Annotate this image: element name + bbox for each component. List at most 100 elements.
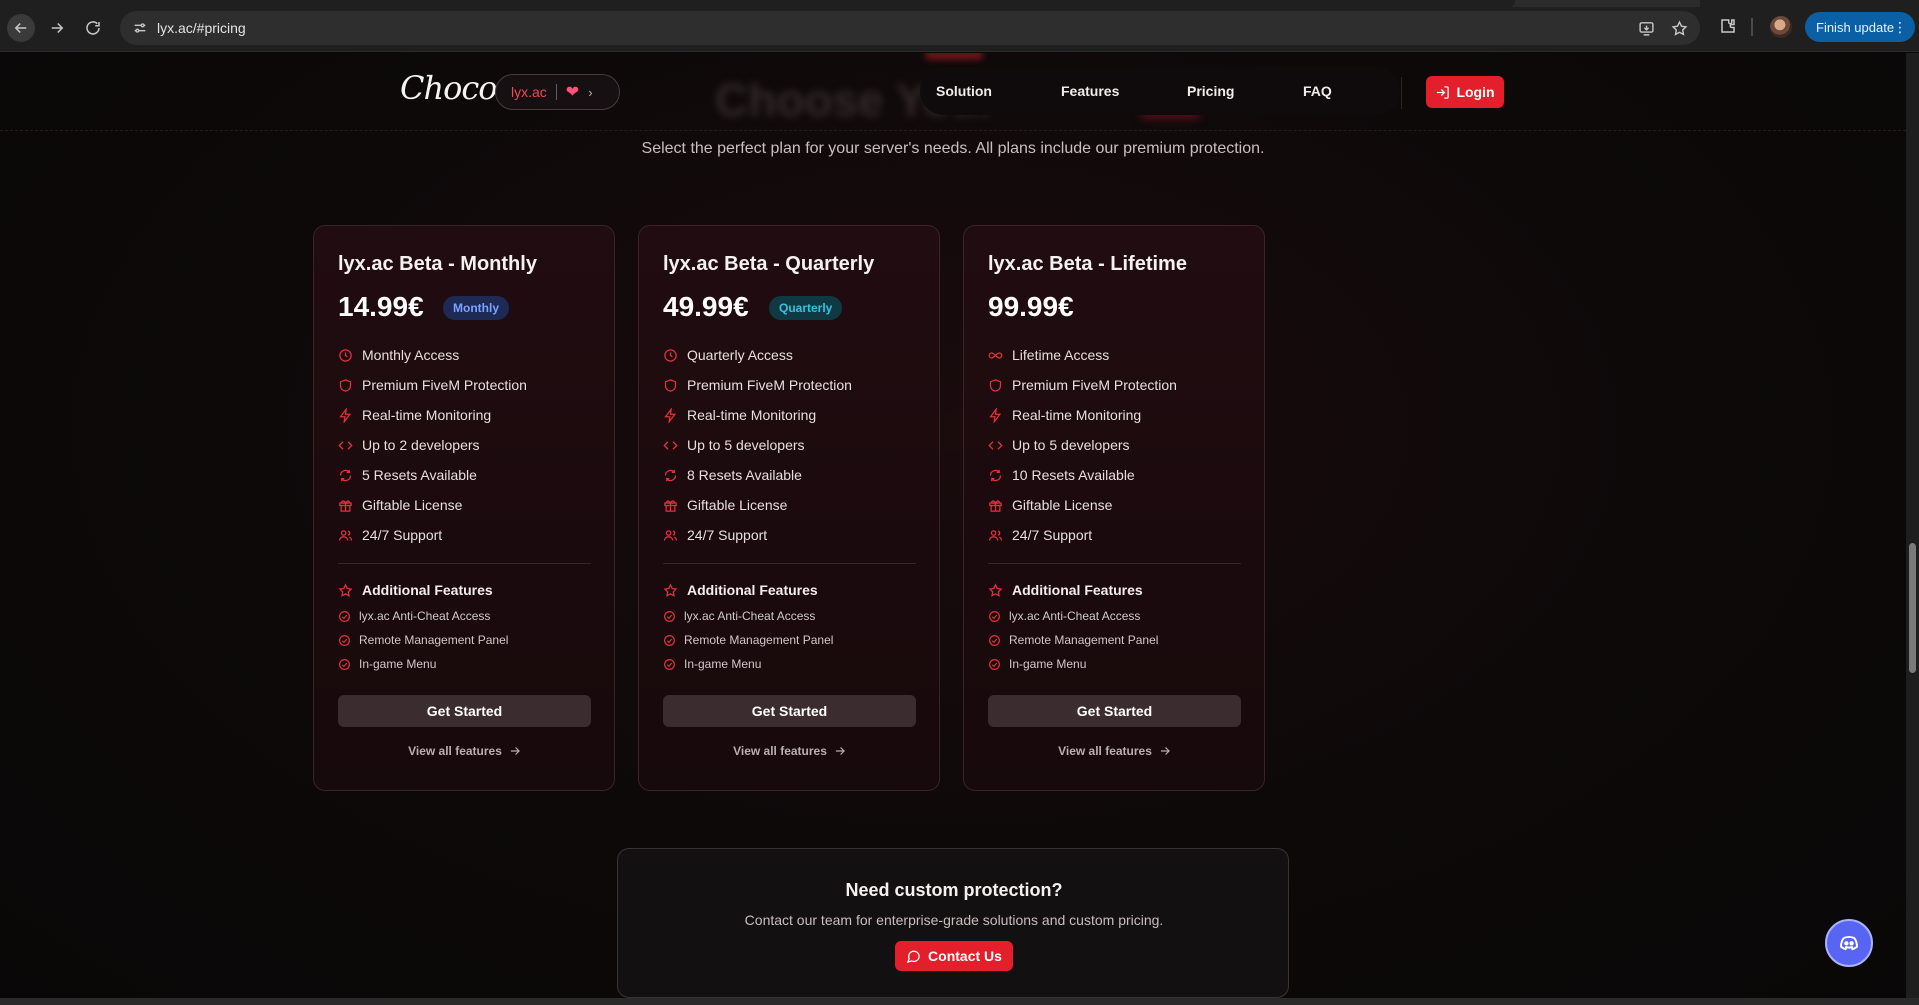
feature-text: Giftable License [687,497,788,513]
view-all-features-link[interactable]: View all features [314,744,616,758]
feature-text: 8 Resets Available [687,467,802,483]
additional-features-heading: Additional Features [663,582,818,598]
additional-features-label: Additional Features [687,582,818,598]
feature-item: Giftable License [988,497,1112,513]
lyx-pill-link[interactable]: lyx.ac ❤ › [495,74,620,110]
contact-us-button[interactable]: Contact Us [895,941,1013,971]
arrow-right-icon [508,744,522,758]
extensions-icon[interactable] [1718,16,1738,36]
view-all-features-link[interactable]: View all features [964,744,1266,758]
check-circle-icon [988,610,1001,623]
get-started-button[interactable]: Get Started [338,695,591,727]
feature-text: Real-time Monitoring [362,407,492,423]
refresh-icon [988,468,1003,483]
get-started-button[interactable]: Get Started [988,695,1241,727]
custom-protection-title: Need custom protection? [845,880,1063,900]
feature-item: 24/7 Support [338,527,442,543]
forward-icon[interactable] [43,14,71,42]
check-circle-icon [663,658,676,671]
check-circle-icon [988,634,1001,647]
custom-protection-subtitle: Contact our team for enterprise-grade so… [744,912,1164,928]
additional-feature-text: lyx.ac Anti-Cheat Access [684,609,816,623]
feature-item: Up to 5 developers [663,437,805,453]
gift-icon [338,498,353,513]
code-icon [663,438,678,453]
nav-solution[interactable]: Solution [936,83,992,99]
feature-text: Premium FiveM Protection [687,377,852,393]
reload-icon[interactable] [79,14,107,42]
nav-features[interactable]: Features [1061,83,1119,99]
card-divider [988,563,1241,564]
additional-feature-text: lyx.ac Anti-Cheat Access [1009,609,1141,623]
additional-feature-text: In-game Menu [1009,657,1087,671]
view-all-features-label: View all features [408,744,502,758]
refresh-icon [338,468,353,483]
bookmark-star-icon[interactable] [1669,18,1689,38]
pill-separator [555,84,557,100]
nav-pricing[interactable]: Pricing [1187,83,1234,99]
feature-text: Real-time Monitoring [687,407,817,423]
check-circle-icon [338,658,351,671]
additional-features-label: Additional Features [1012,582,1143,598]
login-label: Login [1456,84,1495,100]
pricing-subtitle: Select the perfect plan for your server'… [641,140,1265,157]
feature-item: Lifetime Access [988,347,1109,363]
finish-update-button[interactable]: Finish update ⋮ [1805,12,1915,42]
feature-text: 10 Resets Available [1012,467,1135,483]
tab-strip [0,0,1919,7]
profile-avatar[interactable] [1770,16,1792,38]
additional-features-label: Additional Features [362,582,493,598]
nav-divider [1401,77,1402,109]
feature-text: Up to 5 developers [1012,437,1130,453]
site-logo[interactable]: Choco [400,69,498,107]
users-icon [988,528,1003,543]
additional-feature-text: In-game Menu [684,657,762,671]
feature-text: 5 Resets Available [362,467,477,483]
feature-item: Up to 2 developers [338,437,480,453]
nav-faq[interactable]: FAQ [1303,83,1332,99]
star-icon [988,582,1003,598]
feature-text: Real-time Monitoring [1012,407,1142,423]
tab-strip-right [1700,0,1919,7]
browser-menu-icon[interactable]: ⋮ [1893,19,1907,36]
bolt-icon [663,407,678,423]
site-settings-icon[interactable] [130,18,150,38]
pricing-card: lyx.ac Beta - Quarterly 49.99€ Quarterly Q… [638,225,940,791]
discord-icon [1840,936,1858,951]
plan-period-badge: Quarterly [769,296,843,320]
get-started-button[interactable]: Get Started [663,695,916,727]
page-viewport: Choose Your Choco lyx.ac ❤ › Solution Fe… [0,53,1906,998]
chat-icon [906,950,920,963]
shield-icon [988,378,1003,393]
login-button[interactable]: Login [1426,76,1504,108]
additional-feature-item: lyx.ac Anti-Cheat Access [338,609,490,623]
infinity-icon [988,348,1003,363]
url-text[interactable]: lyx.ac/#pricing [157,20,246,36]
scrollbar-thumb[interactable] [1909,543,1916,673]
additional-feature-text: Remote Management Panel [359,633,509,647]
bolt-icon [338,407,353,423]
users-icon [663,528,678,543]
additional-feature-text: Remote Management Panel [684,633,834,647]
address-bar[interactable]: lyx.ac/#pricing [120,11,1700,45]
view-all-features-link[interactable]: View all features [639,744,941,758]
clock-icon [663,348,678,363]
logo-text: Choco [400,69,498,107]
feature-text: Premium FiveM Protection [362,377,527,393]
discord-button[interactable] [1825,919,1873,967]
install-app-icon[interactable] [1636,18,1656,38]
pricing-card: lyx.ac Beta - Monthly 14.99€ Monthly Month… [313,225,615,791]
feature-item: 24/7 Support [988,527,1092,543]
plan-title: lyx.ac Beta - Monthly [338,253,537,275]
feature-item: Premium FiveM Protection [988,377,1177,393]
plan-price: 49.99€ [663,291,749,322]
page-scrollbar[interactable] [1906,53,1919,998]
feature-text: 24/7 Support [362,527,443,543]
feature-item: Real-time Monitoring [988,407,1141,423]
plan-price: 14.99€ [338,291,424,322]
feature-text: Up to 5 developers [687,437,805,453]
star-icon [663,582,678,598]
feature-text: Up to 2 developers [362,437,480,453]
active-tab[interactable] [0,0,1515,7]
back-icon[interactable] [7,14,35,42]
